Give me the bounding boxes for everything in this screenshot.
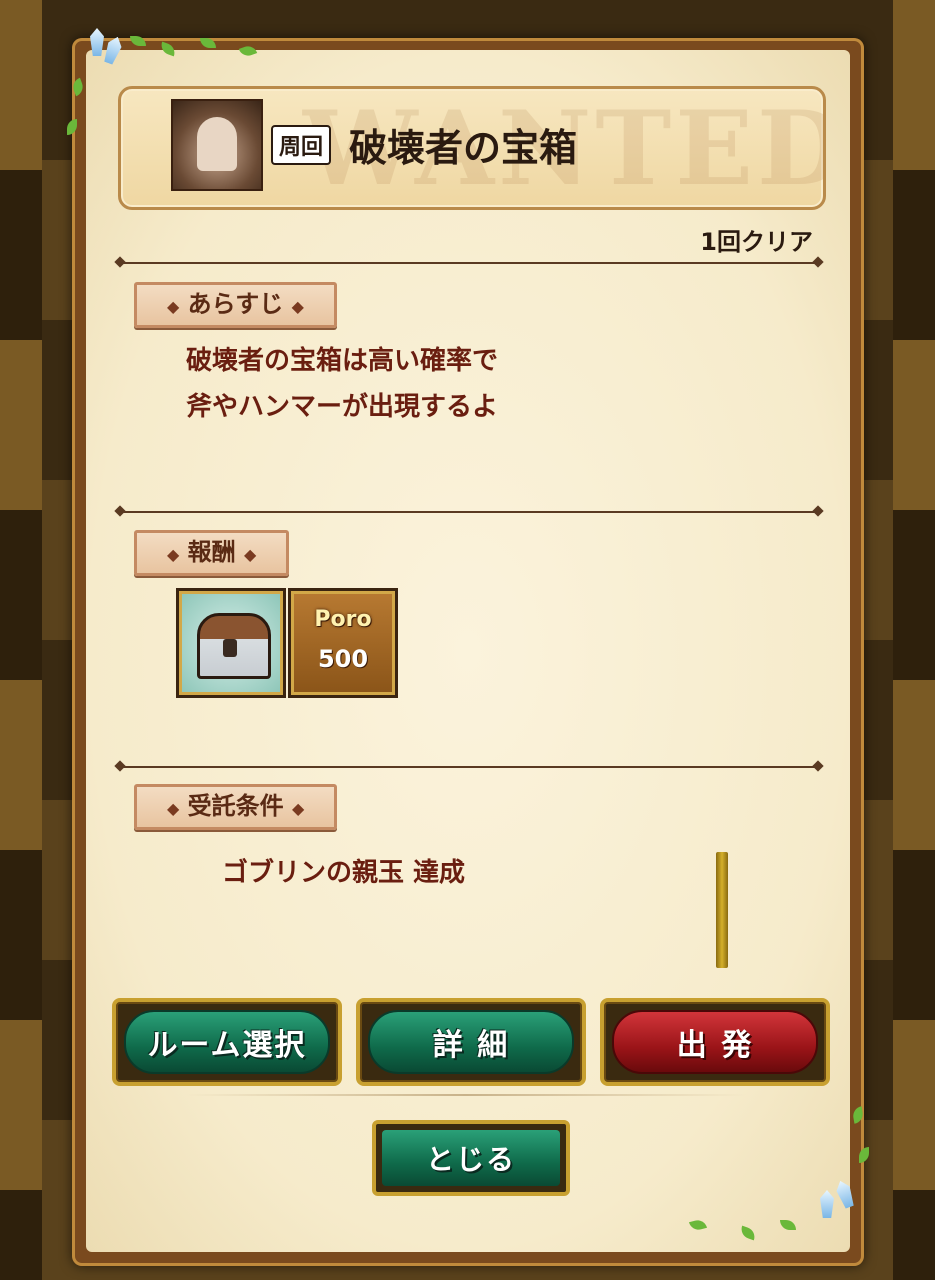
reward-ribbon: ◆ 報酬 ◆ bbox=[134, 530, 290, 576]
reward-poro-currency[interactable]: Poro 500 bbox=[288, 588, 398, 698]
condition-label: 受託条件 bbox=[187, 792, 284, 820]
divider bbox=[118, 262, 820, 264]
depart-button[interactable]: 出 発 bbox=[600, 998, 830, 1086]
condition-ribbon: ◆ 受託条件 ◆ bbox=[134, 784, 338, 830]
quest-header: WANTED 周回 破壊者の宝箱 bbox=[118, 86, 826, 210]
quest-title: 破壊者の宝箱 bbox=[349, 126, 578, 170]
divider bbox=[118, 766, 820, 768]
background-right bbox=[893, 0, 935, 1280]
detail-label: 詳 細 bbox=[368, 1010, 574, 1074]
condition-text: ゴブリンの親玉 達成 bbox=[222, 858, 466, 888]
reward-treasure-chest-icon[interactable] bbox=[176, 588, 286, 698]
close-button[interactable]: とじる bbox=[372, 1120, 570, 1196]
divider bbox=[118, 511, 820, 513]
enemy-portrait-icon bbox=[171, 99, 263, 191]
room-select-label: ルーム選択 bbox=[124, 1010, 330, 1074]
detail-button[interactable]: 詳 細 bbox=[356, 998, 586, 1086]
background-left bbox=[0, 0, 42, 1280]
poro-label: Poro bbox=[314, 607, 372, 632]
synopsis-label: あらすじ bbox=[187, 290, 284, 318]
reward-label: 報酬 bbox=[187, 538, 236, 566]
close-label: とじる bbox=[382, 1130, 560, 1186]
clear-status: 1回クリア bbox=[700, 228, 813, 256]
poro-amount: 500 bbox=[317, 645, 369, 673]
vine-bottom-right-decoration bbox=[660, 1100, 880, 1260]
condition-scrollbar[interactable] bbox=[716, 852, 728, 968]
divider bbox=[186, 1094, 746, 1096]
synopsis-ribbon: ◆ あらすじ ◆ bbox=[134, 282, 337, 328]
synopsis-text: 破壊者の宝箱は高い確率で 斧やハンマーが出現するよ bbox=[186, 346, 499, 422]
depart-label: 出 発 bbox=[612, 1010, 818, 1074]
repeat-badge: 周回 bbox=[271, 125, 332, 165]
room-select-button[interactable]: ルーム選択 bbox=[112, 998, 342, 1086]
